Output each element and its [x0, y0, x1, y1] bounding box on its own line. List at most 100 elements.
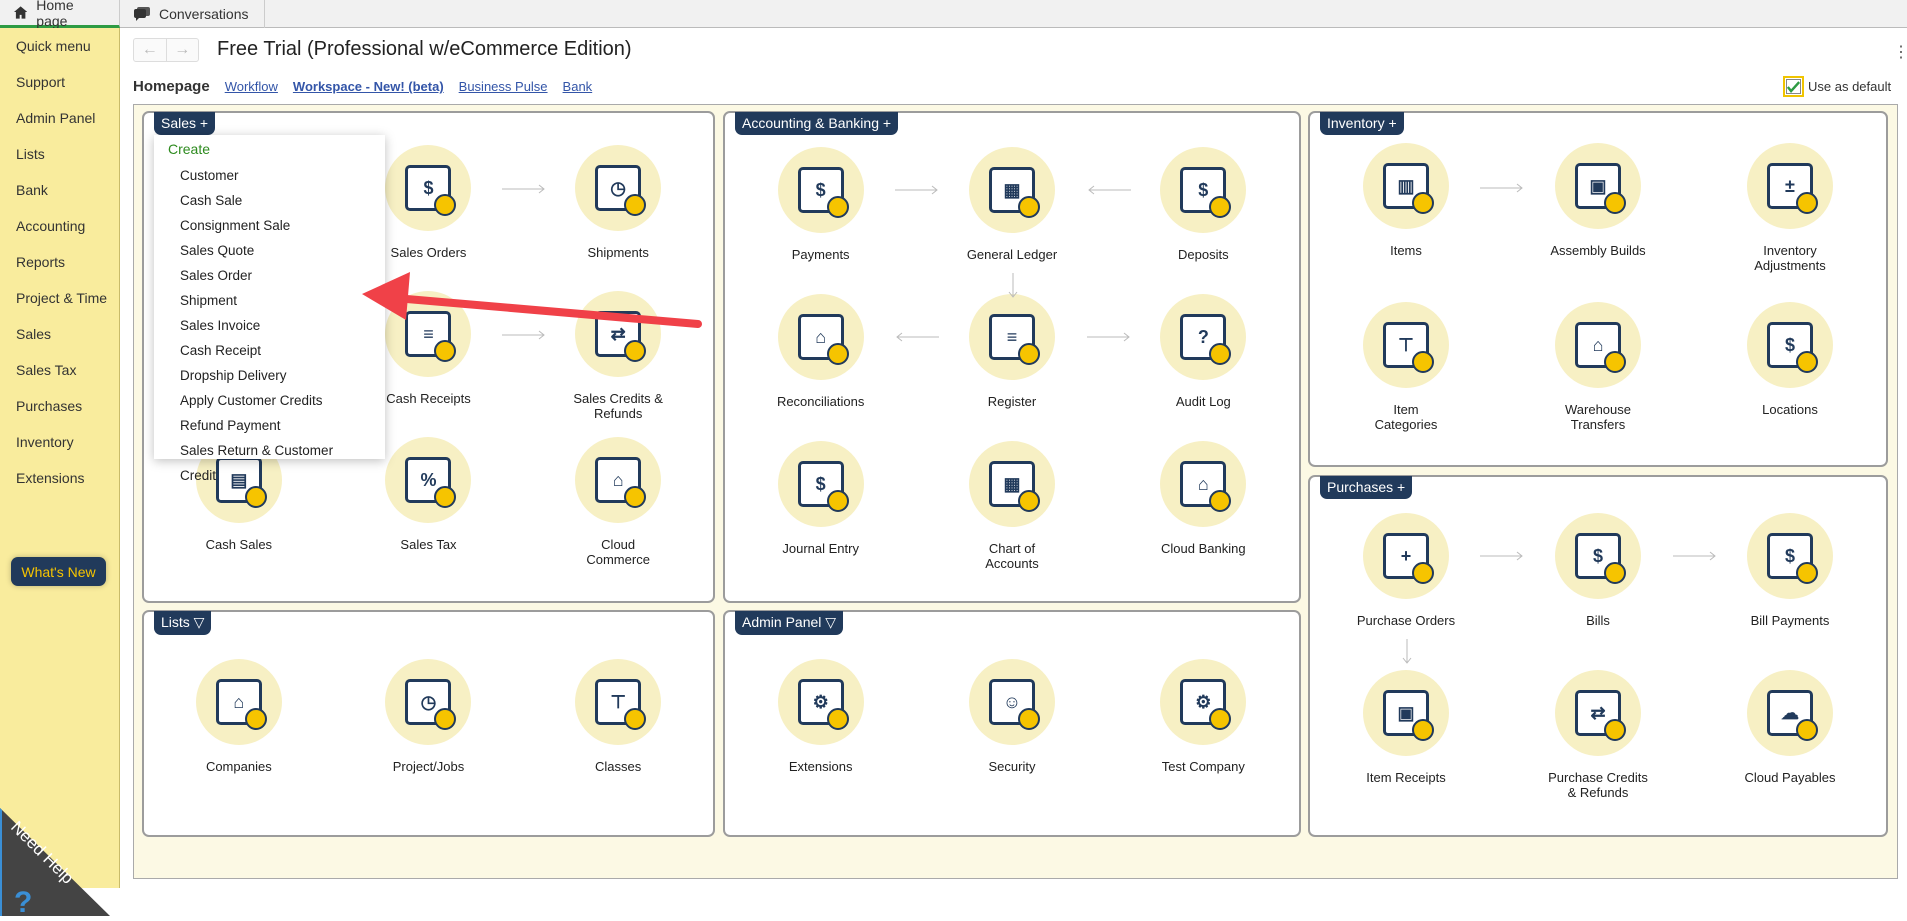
tile-locations[interactable]: $ Locations: [1694, 302, 1886, 461]
tab-conversations[interactable]: Conversations: [120, 0, 265, 28]
link-bank[interactable]: Bank: [563, 79, 593, 94]
tile-label: Cloud Payables: [1744, 770, 1836, 785]
sidebar-item-lists[interactable]: Lists: [16, 146, 45, 162]
tile-label: Purchase Orders: [1356, 613, 1456, 628]
sidebar-item-accounting[interactable]: Accounting: [16, 218, 85, 234]
admin-panel-header[interactable]: Admin Panel ▽: [735, 611, 844, 635]
flow-arrow-down-icon: [1008, 273, 1018, 298]
whats-new-button[interactable]: What's New: [11, 557, 106, 586]
tile-label: Assembly Builds: [1550, 243, 1646, 258]
cloud-payment-icon: $: [1747, 513, 1833, 599]
tile-register[interactable]: ≡ Register: [916, 294, 1107, 441]
refund-box-icon: ⇄: [575, 291, 662, 377]
need-help-button[interactable]: Need Help ?: [0, 808, 110, 919]
sidebar-item-sales[interactable]: Sales: [16, 326, 51, 342]
tile-deposits[interactable]: $ Deposits: [1108, 147, 1299, 294]
use-as-default-checkbox[interactable]: [1783, 76, 1804, 97]
tile-companies[interactable]: ⌂ Companies: [144, 659, 334, 809]
sidebar-item-sales-tax[interactable]: Sales Tax: [16, 362, 76, 378]
menu-item-customer[interactable]: Customer: [154, 163, 385, 188]
menu-item-dropship-delivery[interactable]: Dropship Delivery: [154, 363, 385, 388]
link-workspace[interactable]: Workspace - New! (beta): [293, 79, 444, 94]
tile-bills[interactable]: $ Bills: [1502, 513, 1694, 670]
tile-project-jobs[interactable]: ◷ Project/Jobs: [334, 659, 524, 809]
menu-item-sales-order[interactable]: Sales Order: [154, 263, 385, 288]
tile-cloud-commerce[interactable]: ⌂ Cloud Commerce: [523, 437, 713, 583]
forward-arrow-icon[interactable]: →: [167, 39, 199, 61]
inventory-panel-header[interactable]: Inventory +: [1320, 112, 1404, 135]
checkmark-icon: [1787, 80, 1800, 93]
extensions-gear-icon: ⚙: [777, 659, 864, 745]
tile-sales-credits[interactable]: ⇄ Sales Credits & Refunds: [523, 291, 713, 437]
flow-arrow-right-icon: [1087, 332, 1130, 342]
tile-label: Classes: [595, 759, 642, 774]
sales-panel-header[interactable]: Sales +: [154, 112, 216, 135]
tile-label: General Ledger: [966, 247, 1058, 262]
tile-inventory-adjustments[interactable]: ± Inventory Adjustments: [1694, 143, 1886, 302]
sidebar-item-purchases[interactable]: Purchases: [16, 398, 82, 414]
back-arrow-icon[interactable]: ←: [134, 39, 167, 61]
use-as-default[interactable]: Use as default: [1783, 76, 1891, 97]
accounting-panel-header[interactable]: Accounting & Banking +: [735, 112, 899, 135]
link-workflow[interactable]: Workflow: [225, 79, 278, 94]
menu-item-sales-quote[interactable]: Sales Quote: [154, 238, 385, 263]
tile-label: Items: [1390, 243, 1422, 258]
sidebar-item-inventory[interactable]: Inventory: [16, 434, 74, 450]
tile-label: Payments: [791, 247, 850, 262]
flow-arrow-right-icon: [1480, 183, 1523, 193]
history-nav: ← →: [133, 38, 199, 62]
sidebar-item-extensions[interactable]: Extensions: [16, 470, 84, 486]
menu-item-consignment-sale[interactable]: Consignment Sale: [154, 213, 385, 238]
flow-arrow-left-icon: [1088, 185, 1131, 195]
lists-panel: Lists ▽ ⌂ Companies ◷ Project/Jobs ⊤ Classe…: [142, 610, 715, 837]
tab-home-page[interactable]: Home page: [0, 0, 120, 29]
tile-payments[interactable]: $ Payments: [725, 147, 916, 294]
tile-bill-payments[interactable]: $ Bill Payments: [1694, 513, 1886, 670]
sidebar-item-support[interactable]: Support: [16, 74, 65, 90]
tile-label: Deposits: [1178, 247, 1229, 262]
menu-item-sales-return[interactable]: Sales Return & Customer Credit: [154, 438, 385, 483]
tile-warehouse-transfers[interactable]: ⌂ Warehouse Transfers: [1502, 302, 1694, 461]
tile-extensions[interactable]: ⚙ Extensions: [725, 659, 916, 809]
menu-item-apply-customer-credits[interactable]: Apply Customer Credits: [154, 388, 385, 413]
tile-audit-log[interactable]: ? Audit Log: [1108, 294, 1299, 441]
book-magnifier-icon: ?: [1160, 294, 1247, 380]
tile-classes[interactable]: ⊤ Classes: [523, 659, 713, 809]
tile-assembly-builds[interactable]: ▣ Assembly Builds: [1502, 143, 1694, 302]
tile-item-receipts[interactable]: ▣ Item Receipts: [1310, 670, 1502, 827]
tile-label: Purchase Credits & Refunds: [1548, 770, 1648, 800]
tile-journal-entry[interactable]: $ Journal Entry: [725, 441, 916, 588]
tile-cloud-payables[interactable]: ☁ Cloud Payables: [1694, 670, 1886, 827]
question-icon: ?: [14, 886, 32, 916]
tile-label: Sales Tax: [400, 537, 457, 552]
sidebar-item-reports[interactable]: Reports: [16, 254, 65, 270]
sidebar-item-project-time[interactable]: Project & Time: [16, 290, 107, 306]
menu-item-cash-sale[interactable]: Cash Sale: [154, 188, 385, 213]
sidebar-item-admin-panel[interactable]: Admin Panel: [16, 110, 95, 126]
tile-label: Bills: [1586, 613, 1610, 628]
flow-arrow-right-icon: [895, 185, 938, 195]
order-document-icon: $: [385, 145, 472, 231]
tile-cloud-banking[interactable]: ⌂ Cloud Banking: [1108, 441, 1299, 588]
menu-item-refund-payment[interactable]: Refund Payment: [154, 413, 385, 438]
tile-general-ledger[interactable]: ▦ General Ledger: [916, 147, 1107, 294]
tile-shipments[interactable]: ◷ Shipments: [523, 145, 713, 291]
more-options-icon[interactable]: ⋮: [1893, 42, 1907, 62]
tile-label: Locations: [1762, 402, 1818, 417]
tile-purchase-credits[interactable]: ⇄ Purchase Credits & Refunds: [1502, 670, 1694, 827]
tile-test-company[interactable]: ⚙ Test Company: [1108, 659, 1299, 809]
tile-chart-of-accounts[interactable]: ▦ Chart of Accounts: [916, 441, 1107, 588]
tile-reconciliations[interactable]: ⌂ Reconciliations: [725, 294, 916, 441]
tile-items[interactable]: ▥ Items: [1310, 143, 1502, 302]
link-business-pulse[interactable]: Business Pulse: [459, 79, 548, 94]
sidebar-item-bank[interactable]: Bank: [16, 182, 48, 198]
menu-item-sales-invoice[interactable]: Sales Invoice: [154, 313, 385, 338]
menu-item-shipment[interactable]: Shipment: [154, 288, 385, 313]
tile-item-categories[interactable]: ⊤ Item Categories: [1310, 302, 1502, 461]
purchases-panel-header[interactable]: Purchases +: [1320, 476, 1413, 499]
refund-cycle-icon: ⇄: [1555, 670, 1641, 756]
tile-security[interactable]: ☺ Security: [916, 659, 1107, 809]
lists-panel-header[interactable]: Lists ▽: [154, 611, 212, 635]
menu-item-cash-receipt[interactable]: Cash Receipt: [154, 338, 385, 363]
sidebar-item-quick-menu[interactable]: Quick menu: [16, 38, 91, 54]
